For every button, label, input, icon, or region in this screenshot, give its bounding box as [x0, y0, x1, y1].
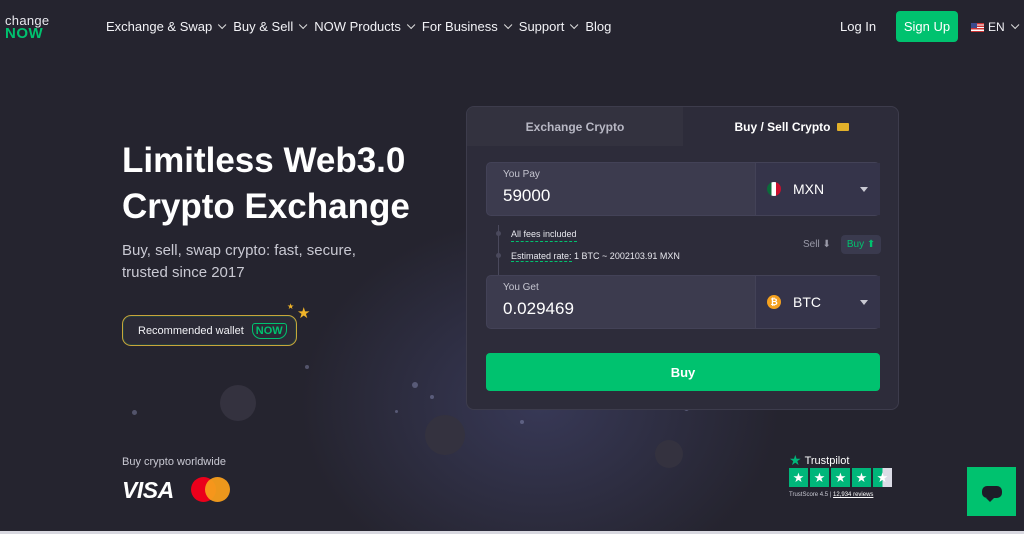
buy-toggle-label: Buy: [846, 239, 865, 250]
nav-label: For Business: [421, 19, 498, 34]
trustpilot-reviews-link[interactable]: 12,934 reviews: [833, 492, 873, 498]
chevron-down-icon: [218, 20, 227, 29]
decor-dot: [132, 410, 137, 415]
hero-subtitle: Buy, sell, swap crypto: fast, secure, tr…: [122, 242, 356, 281]
chevron-down-icon: [299, 20, 308, 29]
trustscore-label: TrustScore 4.5: [789, 492, 829, 498]
caret-down-icon: [860, 300, 868, 305]
mexico-flag-icon: [767, 182, 781, 196]
you-get-field[interactable]: You Get 0.029469 ₿ BTC: [486, 275, 880, 329]
estimated-rate: Estimated rate: 1 BTC ~ 2002103.91 MXN: [511, 251, 680, 262]
login-link[interactable]: Log In: [840, 19, 876, 34]
decor-coin: [220, 385, 256, 421]
trustpilot-star-icon: ★: [789, 452, 802, 468]
chevron-down-icon: [406, 20, 416, 29]
nav-support[interactable]: Support: [518, 19, 579, 34]
star-icon: ★: [297, 305, 311, 322]
top-header: change NOW Exchange & Swap Buy & Sell NO…: [0, 0, 1024, 56]
nav-buy-sell[interactable]: Buy & Sell: [233, 19, 308, 34]
us-flag-icon: [971, 22, 984, 32]
star-icon: ★: [287, 302, 295, 311]
buy-toggle-button[interactable]: Buy ⬆: [840, 235, 882, 254]
estimated-rate-value: 1 BTC ~ 2002103.91 MXN: [574, 251, 680, 261]
chat-button[interactable]: [967, 467, 1016, 516]
bitcoin-icon: ₿: [767, 295, 781, 309]
fees-info[interactable]: All fees included: [511, 229, 577, 242]
hero-title-line1: Limitless Web3.0: [122, 141, 406, 180]
arrow-up-icon: ⬆: [866, 239, 876, 250]
nav-exchange-swap[interactable]: Exchange & Swap: [106, 19, 227, 34]
tab-exchange-crypto[interactable]: Exchange Crypto: [467, 107, 683, 146]
nav-label: Support: [518, 19, 565, 34]
caret-down-icon: [860, 187, 868, 192]
mastercard-logo: [191, 477, 231, 502]
sell-buy-toggle: Sell ⬇ Buy ⬆: [797, 235, 882, 254]
nav-now-products[interactable]: NOW Products: [314, 19, 416, 34]
decor-dot: [520, 420, 524, 424]
logo-text-bottom: NOW: [5, 25, 44, 42]
chevron-down-icon: [1010, 20, 1020, 30]
sell-toggle-button[interactable]: Sell ⬇: [797, 235, 837, 254]
pay-currency-select[interactable]: MXN: [755, 163, 880, 215]
language-selector[interactable]: EN: [971, 20, 1020, 34]
nav-label: Buy & Sell: [233, 19, 294, 34]
rating-half-star-icon: ★: [873, 468, 892, 487]
pay-currency-label: MXN: [793, 181, 825, 197]
credit-card-icon: [836, 122, 849, 131]
get-currency-label: BTC: [793, 294, 821, 310]
trustpilot-rating-stars: ★ ★ ★ ★ ★: [789, 468, 892, 487]
nav-label: NOW Products: [314, 19, 401, 34]
decor-dot: [430, 395, 434, 399]
buy-sell-widget: Exchange Crypto Buy / Sell Crypto You Pa…: [466, 106, 899, 410]
chat-bubble-icon: [981, 485, 1002, 502]
tab-buy-sell-label: Buy / Sell Crypto: [734, 119, 831, 134]
decor-coin: [425, 415, 465, 455]
main-nav: Exchange & Swap Buy & Sell NOW Products …: [106, 19, 621, 34]
hero-title: Limitless Web3.0 Crypto Exchange: [122, 138, 410, 230]
buy-worldwide-text: Buy crypto worldwide: [122, 456, 226, 468]
you-get-value: 0.029469: [503, 299, 574, 318]
visa-logo: VISA: [122, 477, 174, 503]
language-label: EN: [988, 20, 1005, 34]
rating-star-icon: ★: [810, 468, 829, 487]
signup-button[interactable]: Sign Up: [896, 11, 958, 42]
rating-star-icon: ★: [831, 468, 850, 487]
trustscore: TrustScore 4.5 | 12,934 reviews: [789, 492, 874, 498]
recommended-wallet-label: Recommended wallet: [138, 324, 244, 337]
trustpilot-name: Trustpilot: [804, 454, 850, 467]
rating-star-icon: ★: [852, 468, 871, 487]
buy-button[interactable]: Buy: [486, 353, 880, 391]
decor-dot: [305, 365, 309, 369]
decor-dot: [395, 410, 398, 413]
nav-blog[interactable]: Blog: [585, 19, 611, 34]
sell-toggle-label: Sell: [803, 239, 820, 250]
rate-connector-dot: [496, 231, 501, 236]
you-pay-input[interactable]: 59000: [503, 186, 550, 206]
nav-label: Exchange & Swap: [106, 19, 213, 34]
you-get-label: You Get: [503, 282, 539, 293]
rate-connector-dot: [496, 253, 501, 258]
nav-for-business[interactable]: For Business: [421, 19, 513, 34]
rating-star-icon: ★: [789, 468, 808, 487]
get-currency-select[interactable]: ₿ BTC: [755, 276, 880, 328]
estimated-rate-label[interactable]: Estimated rate:: [511, 251, 572, 262]
you-pay-field[interactable]: You Pay 59000 MXN: [486, 162, 880, 216]
now-wallet-badge: NOW: [251, 322, 287, 339]
trustpilot-logo[interactable]: ★ Trustpilot: [789, 452, 849, 469]
arrow-down-icon: ⬇: [822, 239, 831, 250]
decor-coin: [655, 440, 683, 468]
chevron-down-icon: [570, 20, 579, 29]
chevron-down-icon: [503, 20, 513, 29]
tab-buy-sell-crypto[interactable]: Buy / Sell Crypto: [683, 107, 898, 146]
recommended-wallet-button[interactable]: Recommended wallet NOW: [122, 315, 297, 346]
you-pay-label: You Pay: [503, 169, 540, 180]
decor-dot: [412, 382, 418, 388]
changenow-logo[interactable]: change NOW: [5, 14, 49, 42]
hero-title-line2: Crypto Exchange: [122, 187, 410, 226]
nav-label: Blog: [585, 19, 612, 34]
